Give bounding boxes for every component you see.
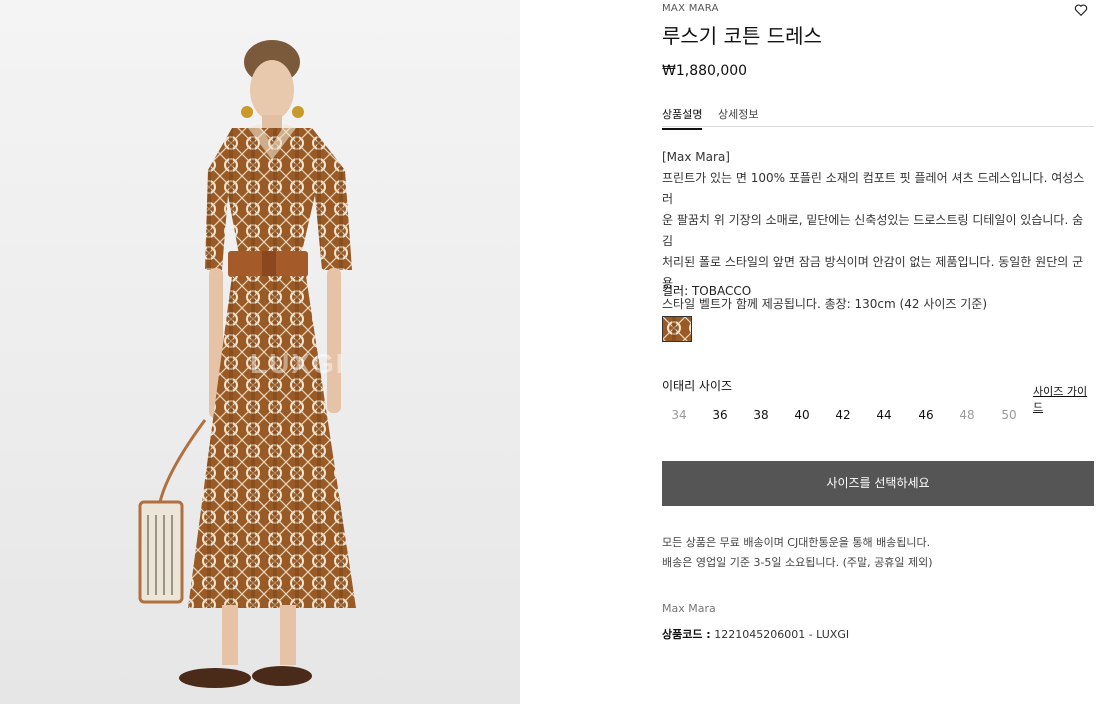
shipping-line: 모든 상품은 무료 배송이며 CJ대한통운을 통해 배송됩니다. [662,536,931,549]
size-option-48[interactable]: 48 [950,408,984,422]
wishlist-heart-icon[interactable] [1074,2,1088,17]
size-label: 이태리 사이즈 [662,379,733,393]
select-size-button[interactable]: 사이즈를 선택하세요 [662,461,1094,506]
size-option-44[interactable]: 44 [867,408,901,422]
product-image[interactable]: LUXGI [0,0,520,704]
size-option-46[interactable]: 46 [909,408,943,422]
product-price: ₩1,880,000 [662,63,748,79]
shipping-info: 모든 상품은 무료 배송이며 CJ대한통운을 통해 배송됩니다. 배송은 영업일… [662,533,933,573]
product-code: 상품코드 : 1221045206001 - LUXGI [662,626,849,642]
color-label: 컬러: TOBACCO [662,282,751,299]
description-brand-tag: [Max Mara] [662,150,730,164]
product-title: 루스기 코튼 드레스 [662,24,822,48]
size-option-50[interactable]: 50 [992,408,1026,422]
product-code-label: 상품코드 : [662,628,711,641]
description-line: 프린트가 있는 면 100% 포플린 소재의 컴포트 핏 플레어 셔츠 드레스입… [662,171,1085,206]
color-value: TOBACCO [691,284,752,298]
tab-details[interactable]: 상세정보 [718,106,758,122]
product-tabs: 상품설명 상세정보 [662,104,1094,130]
brand-name[interactable]: MAX MARA [662,3,719,14]
color-label-key: 컬러: [662,284,689,298]
manufacturer: Max Mara [662,602,716,615]
size-option-42[interactable]: 42 [826,408,860,422]
size-option-34[interactable]: 34 [662,408,696,422]
size-option-40[interactable]: 40 [785,408,819,422]
image-watermark: LUXGI [250,348,346,379]
size-option-36[interactable]: 36 [703,408,737,422]
product-info-panel: MAX MARA 루스기 코튼 드레스 ₩1,880,000 상품설명 상세정보… [662,0,1094,704]
tab-description[interactable]: 상품설명 [662,106,703,130]
size-options: 34 36 38 40 42 44 46 48 50 [662,408,1094,428]
color-swatch-tobacco[interactable] [662,316,692,342]
product-code-value: 1221045206001 - LUXGI [714,628,850,641]
swatch-pattern [663,317,691,341]
size-option-38[interactable]: 38 [744,408,778,422]
description-line: 운 팔꿈치 위 기장의 소매로, 밑단에는 신축성있는 드로스트링 디테일이 있… [662,213,1084,248]
shipping-line: 배송은 영업일 기준 3-5일 소요됩니다. (주말, 공휴일 제외) [662,556,933,569]
